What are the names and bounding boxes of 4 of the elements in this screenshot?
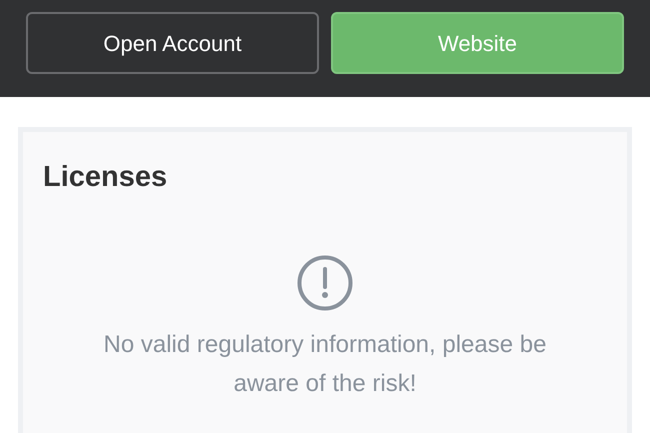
warning-icon [297,254,353,311]
open-account-button[interactable]: Open Account [26,12,319,74]
empty-message: No valid regulatory information, please be aware of the risk! [102,330,548,399]
section-title: Licenses [43,160,168,195]
